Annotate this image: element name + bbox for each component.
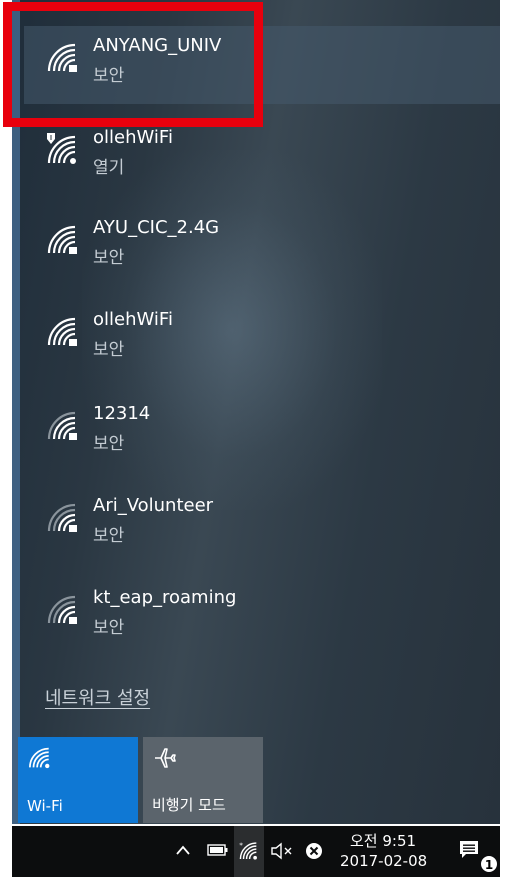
- svg-text:*: *: [239, 840, 243, 849]
- network-name: ANYANG_UNIV: [93, 35, 222, 56]
- wifi-secured-icon: [47, 503, 77, 532]
- network-item[interactable]: ollehWiFi 보안: [24, 300, 500, 378]
- network-status: 보안: [93, 340, 125, 360]
- chevron-up-icon[interactable]: [175, 844, 191, 856]
- airplane-tile-label: 비행기 모드: [152, 796, 226, 814]
- volume-muted-icon[interactable]: [270, 842, 294, 860]
- taskbar: * 오전 9:51 2017-02-08 1: [12, 826, 500, 877]
- error-circle-icon[interactable]: [305, 842, 323, 860]
- network-item[interactable]: ANYANG_UNIV 보안: [24, 26, 500, 104]
- notification-badge: 1: [480, 855, 498, 873]
- airplane-icon: [155, 748, 176, 768]
- network-name: ollehWiFi: [93, 309, 173, 330]
- network-name: kt_eap_roaming: [93, 587, 237, 608]
- wifi-secured-icon: [47, 317, 77, 346]
- network-item[interactable]: ollehWiFi 열기: [24, 118, 500, 196]
- network-status: 열기: [93, 158, 125, 178]
- network-flyout: ANYANG_UNIV 보안 ollehWiFi 열기 AYU_CIC_2.4G…: [12, 0, 500, 824]
- wifi-tile-label: Wi-Fi: [27, 797, 63, 815]
- network-name: ollehWiFi: [93, 127, 173, 148]
- action-center-icon[interactable]: [458, 839, 482, 861]
- airplane-mode-tile[interactable]: 비행기 모드: [143, 737, 263, 823]
- network-status: 보안: [93, 66, 125, 86]
- clock-date[interactable]: 2017-02-08: [340, 852, 427, 870]
- wifi-secured-icon: [47, 411, 77, 440]
- network-item[interactable]: 12314 보안: [24, 394, 500, 472]
- network-settings-link[interactable]: 네트워크 설정: [45, 684, 150, 710]
- wifi-secured-icon: [47, 43, 77, 72]
- network-name: AYU_CIC_2.4G: [93, 217, 220, 238]
- battery-icon[interactable]: [207, 843, 229, 857]
- network-status: 보안: [93, 618, 125, 638]
- network-name: 12314: [93, 403, 151, 424]
- network-name: Ari_Volunteer: [93, 495, 214, 516]
- network-item[interactable]: kt_eap_roaming 보안: [24, 578, 500, 656]
- network-item[interactable]: AYU_CIC_2.4G 보안: [24, 208, 500, 286]
- wifi-tile[interactable]: Wi-Fi: [18, 737, 138, 823]
- network-status: 보안: [93, 248, 125, 268]
- network-item[interactable]: Ari_Volunteer 보안: [24, 486, 500, 564]
- network-status: 보안: [93, 526, 125, 546]
- clock-time[interactable]: 오전 9:51: [350, 830, 416, 851]
- network-tray-button[interactable]: *: [234, 826, 264, 877]
- wifi-secured-icon: [47, 595, 77, 624]
- network-status: 보안: [93, 434, 125, 454]
- wifi-open-shield-icon: [47, 133, 76, 164]
- wifi-tray-icon: *: [239, 840, 257, 860]
- wifi-icon: [29, 747, 50, 769]
- wifi-secured-icon: [47, 225, 77, 254]
